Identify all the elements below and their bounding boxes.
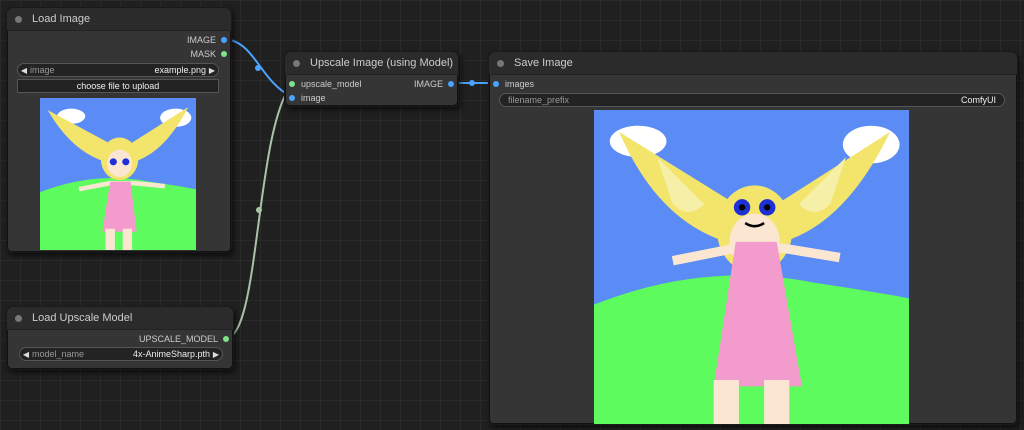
node-title-bar[interactable]: Load Image [7, 8, 231, 31]
node-load-upscale-model[interactable]: Load Upscale Model UPSCALE_MODEL ◀ model… [6, 306, 234, 370]
input-port-icon[interactable] [289, 95, 295, 101]
widget-label: image [30, 65, 55, 75]
node-save-image[interactable]: Save Image images filename_prefix ComfyU… [488, 51, 1018, 425]
model-name-combo[interactable]: ◀ model_name 4x-AnimeSharp.pth ▶ [19, 347, 223, 361]
input-image[interactable]: image [289, 93, 326, 103]
collapse-dot-icon[interactable] [15, 15, 22, 23]
input-port-icon[interactable] [289, 81, 295, 87]
filename-prefix-field[interactable]: filename_prefix ComfyUI [499, 93, 1005, 107]
output-label: IMAGE [186, 35, 216, 45]
output-upscale-model[interactable]: UPSCALE_MODEL [139, 334, 229, 344]
node-title: Upscale Image (using Model) [310, 57, 454, 69]
node-load-image[interactable]: Load Image IMAGE MASK ◀ image example.pn… [6, 7, 232, 253]
arrow-right-icon[interactable]: ▶ [210, 350, 222, 359]
output-image[interactable]: IMAGE [187, 35, 227, 45]
input-label: images [505, 79, 535, 89]
node-title-bar[interactable]: Upscale Image (using Model) [285, 52, 458, 75]
arrow-right-icon[interactable]: ▶ [206, 66, 218, 75]
upload-button[interactable]: choose file to upload [17, 79, 219, 93]
image-preview [40, 98, 196, 250]
node-title-bar[interactable]: Load Upscale Model [7, 307, 233, 330]
collapse-dot-icon[interactable] [497, 59, 504, 67]
widget-value: 4x-AnimeSharp.pth [132, 349, 210, 359]
input-upscale-model[interactable]: upscale_model [289, 79, 362, 89]
input-label: image [301, 93, 326, 103]
node-title-bar[interactable]: Save Image [489, 52, 1017, 75]
input-port-icon[interactable] [493, 81, 499, 87]
arrow-left-icon[interactable]: ◀ [18, 66, 30, 75]
node-upscale-image[interactable]: Upscale Image (using Model) upscale_mode… [284, 51, 459, 107]
node-title: Load Upscale Model [32, 312, 133, 324]
output-label: MASK [190, 49, 216, 59]
widget-label: model_name [32, 349, 85, 359]
output-label: UPSCALE_MODEL [138, 334, 218, 344]
collapse-dot-icon[interactable] [15, 314, 22, 322]
collapse-dot-icon[interactable] [293, 59, 300, 67]
output-port-icon[interactable] [223, 336, 229, 342]
arrow-left-icon[interactable]: ◀ [20, 350, 32, 359]
widget-value: example.png [154, 65, 206, 75]
wire-model-to-upscale [225, 83, 293, 339]
node-title: Load Image [32, 13, 91, 25]
input-images[interactable]: images [493, 79, 534, 89]
output-label: IMAGE [413, 79, 443, 89]
output-port-icon[interactable] [448, 81, 454, 87]
output-image[interactable]: IMAGE [414, 79, 454, 89]
output-port-icon[interactable] [221, 51, 227, 57]
widget-label: filename_prefix [508, 95, 570, 105]
image-combo[interactable]: ◀ image example.png ▶ [17, 63, 219, 77]
node-title: Save Image [514, 57, 573, 69]
image-output-preview [594, 110, 909, 424]
input-label: upscale_model [301, 79, 362, 89]
widget-value: ComfyUI [960, 95, 996, 105]
output-mask[interactable]: MASK [190, 49, 227, 59]
output-port-icon[interactable] [221, 37, 227, 43]
wire-loadimage-to-upscale [221, 38, 293, 98]
